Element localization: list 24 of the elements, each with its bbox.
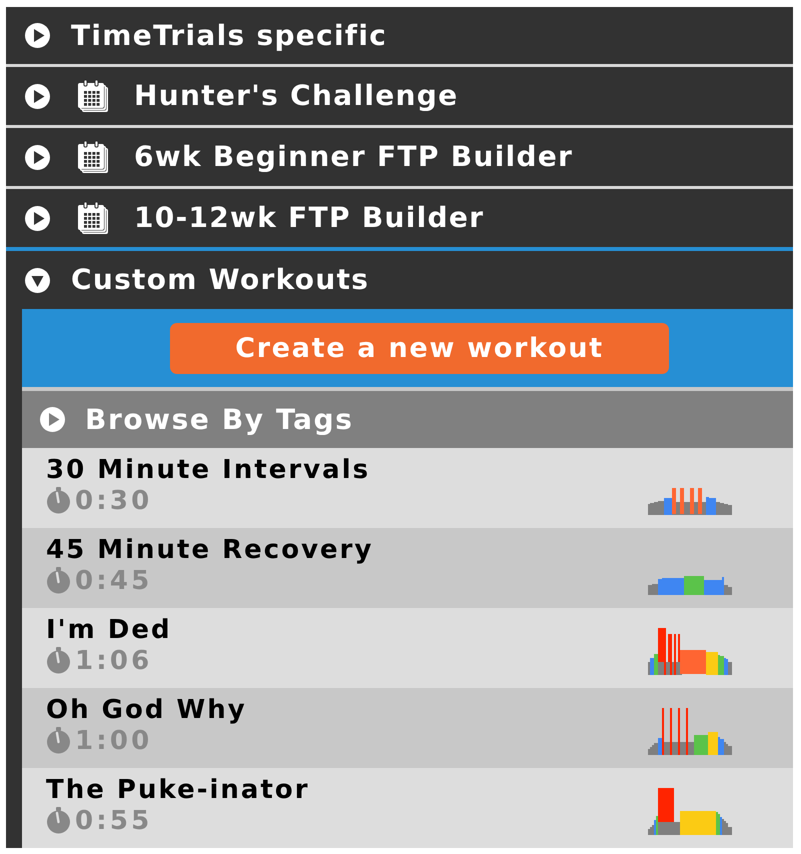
tag-group-header[interactable]: Browse By Tags xyxy=(22,391,793,448)
workout-row[interactable]: The Puke-inator 0:55 xyxy=(22,768,793,848)
workout-name: Oh God Why xyxy=(46,696,247,725)
workout-duration: 0:30 xyxy=(75,486,152,516)
workout-name: 45 Minute Recovery xyxy=(46,536,374,565)
workout-duration: 1:00 xyxy=(75,726,152,756)
stopwatch-icon xyxy=(46,807,71,834)
workout-row[interactable]: 45 Minute Recovery 0:45 xyxy=(22,528,793,608)
workout-duration: 1:06 xyxy=(75,646,152,676)
workout-name: The Puke-inator xyxy=(46,776,310,805)
stopwatch-icon xyxy=(46,567,71,594)
stopwatch-icon xyxy=(46,647,71,674)
workout-name: 30 Minute Intervals xyxy=(46,456,370,485)
workout-row[interactable]: I'm Ded 1:06 xyxy=(22,608,793,688)
workout-row[interactable]: Oh God Why 1:00 xyxy=(22,688,793,768)
workout-name: I'm Ded xyxy=(46,616,172,645)
workout-duration: 0:45 xyxy=(75,566,152,596)
stopwatch-icon xyxy=(46,487,71,514)
calendar-icon xyxy=(76,80,110,112)
workout-row[interactable]: 30 Minute Intervals 0:30 xyxy=(22,448,793,528)
workout-duration: 0:55 xyxy=(75,806,152,836)
calendar-icon xyxy=(76,140,110,174)
calendar-icon xyxy=(76,202,110,234)
stopwatch-icon xyxy=(46,727,71,754)
